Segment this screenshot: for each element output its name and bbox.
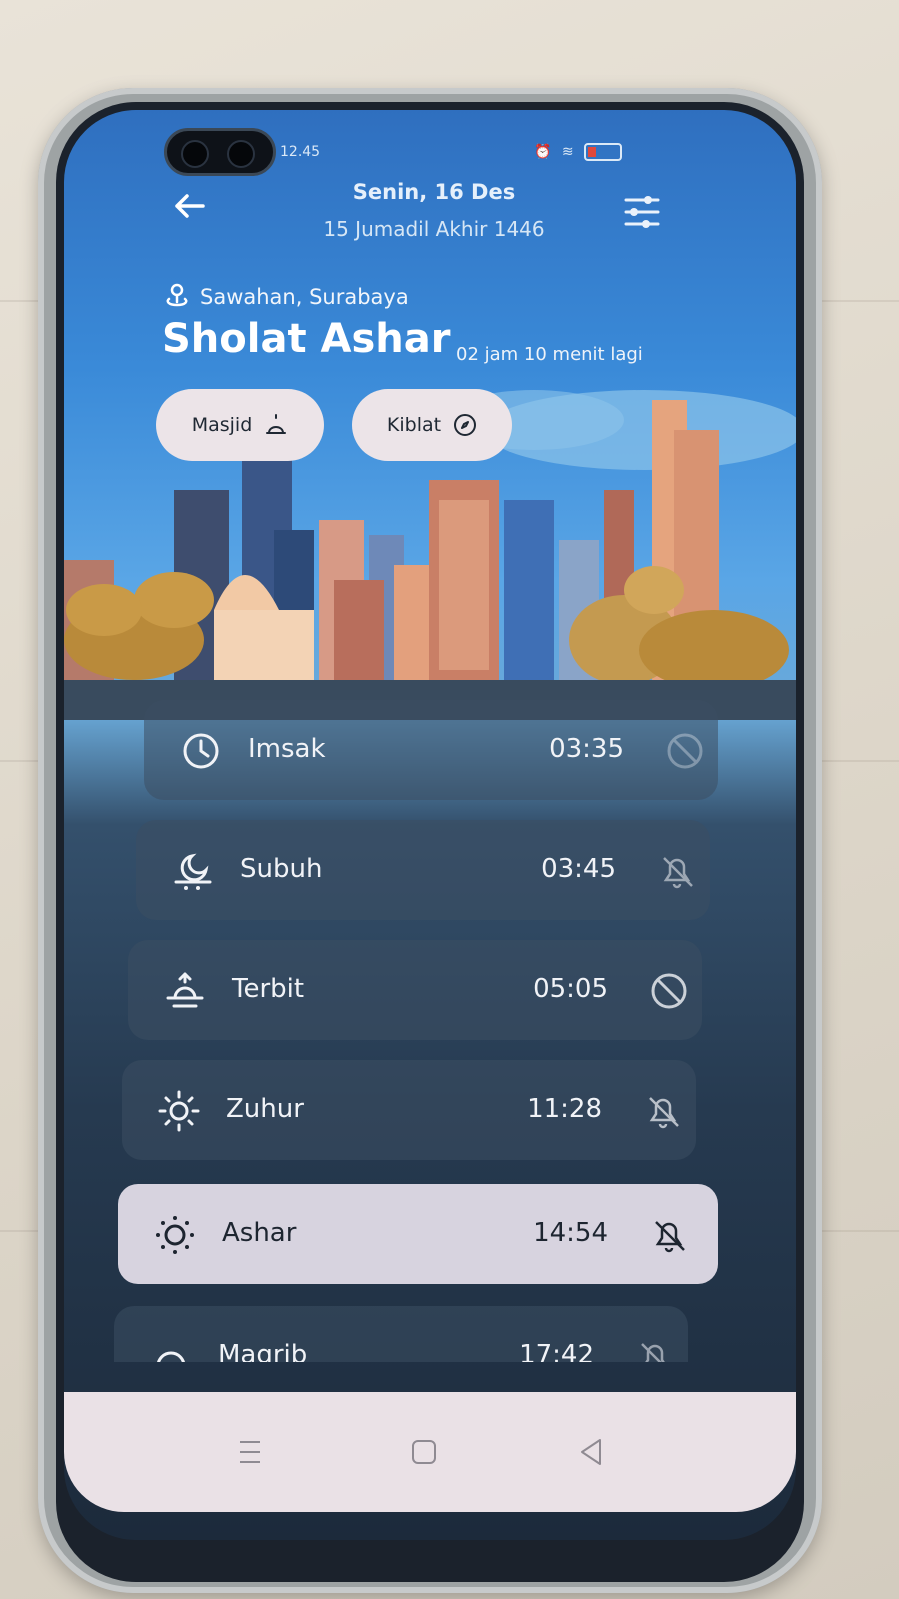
sun-icon [158,1090,200,1132]
clock-icon [183,733,219,769]
alarm-icon: ⏰ [534,144,555,160]
prayer-row-terbit[interactable]: Terbit 05:05 [128,940,702,1040]
battery-icon [584,143,623,161]
mosque-icon [266,414,287,434]
prayer-name: Imsak [248,734,326,764]
kiblat-label: Kiblat [386,414,442,436]
prayer-time: 03:45 [541,854,616,884]
next-prayer-countdown: 02 jam 10 menit lagi [456,344,643,365]
compass-icon [454,414,477,436]
arrow-left-icon [175,194,205,218]
masjid-label: Masjid [191,414,253,436]
app-screen: 12.45 ⏰ ≋ Senin, 16 Des 15 Jumadil Akhir… [64,110,796,1540]
sunset-icon [157,1351,185,1362]
kiblat-button[interactable]: Kiblat [352,389,512,461]
location[interactable]: Sawahan, Surabaya [164,282,409,309]
prayer-row-imsak[interactable]: Imsak 03:35 [144,700,718,800]
map-pin-person-icon [166,283,188,307]
hijri-date: 15 Jumadil Akhir 1446 [323,217,545,241]
prayer-time: 14:54 [533,1218,608,1248]
prayer-name: Terbit [232,974,305,1004]
moon-cloud-icon [174,853,212,890]
settings-button[interactable] [622,194,662,230]
bell-off-icon[interactable] [642,1090,684,1132]
next-prayer-title: Sholat Ashar [162,316,451,362]
prayer-row-zuhur[interactable]: Zuhur 11:28 [122,1060,696,1160]
off-icon[interactable] [664,730,706,772]
prayer-name: Magrib [218,1340,308,1362]
bell-off-icon[interactable] [648,1214,690,1256]
bell-off-icon[interactable] [634,1336,676,1362]
prayer-time: 11:28 [527,1094,602,1124]
prayer-name: Zuhur [226,1094,304,1124]
sun-dotted-icon [156,1216,194,1254]
prayer-row-ashar[interactable]: Ashar 14:54 [118,1184,718,1284]
prayer-row-subuh[interactable]: Subuh 03:45 [136,820,710,920]
sunrise-icon [166,972,204,1008]
back-triangle-icon[interactable] [572,1432,612,1472]
status-time: 12.45 [280,144,321,160]
wifi-icon: ≋ [561,144,577,160]
gregorian-date: Senin, 16 Des [352,180,516,204]
prayer-time: 03:35 [549,734,624,764]
sliders-icon [624,196,660,228]
home-square-icon[interactable] [404,1432,444,1472]
prayer-row-magrib[interactable]: Magrib 17:42 [114,1306,688,1362]
ban-icon[interactable] [648,970,690,1012]
status-icons: ⏰ ≋ [534,143,623,161]
front-camera [164,128,276,176]
prayer-name: Ashar [222,1218,297,1248]
prayer-name: Subuh [240,854,323,884]
bell-off-icon[interactable] [656,850,698,892]
back-button[interactable] [169,188,209,224]
menu-icon[interactable] [230,1432,270,1472]
system-navigation-bar [64,1392,796,1512]
location-name: Sawahan, Surabaya [200,285,409,309]
prayer-time: 17:42 [519,1340,594,1362]
prayer-time: 05:05 [533,974,608,1004]
masjid-button[interactable]: Masjid [156,389,324,461]
